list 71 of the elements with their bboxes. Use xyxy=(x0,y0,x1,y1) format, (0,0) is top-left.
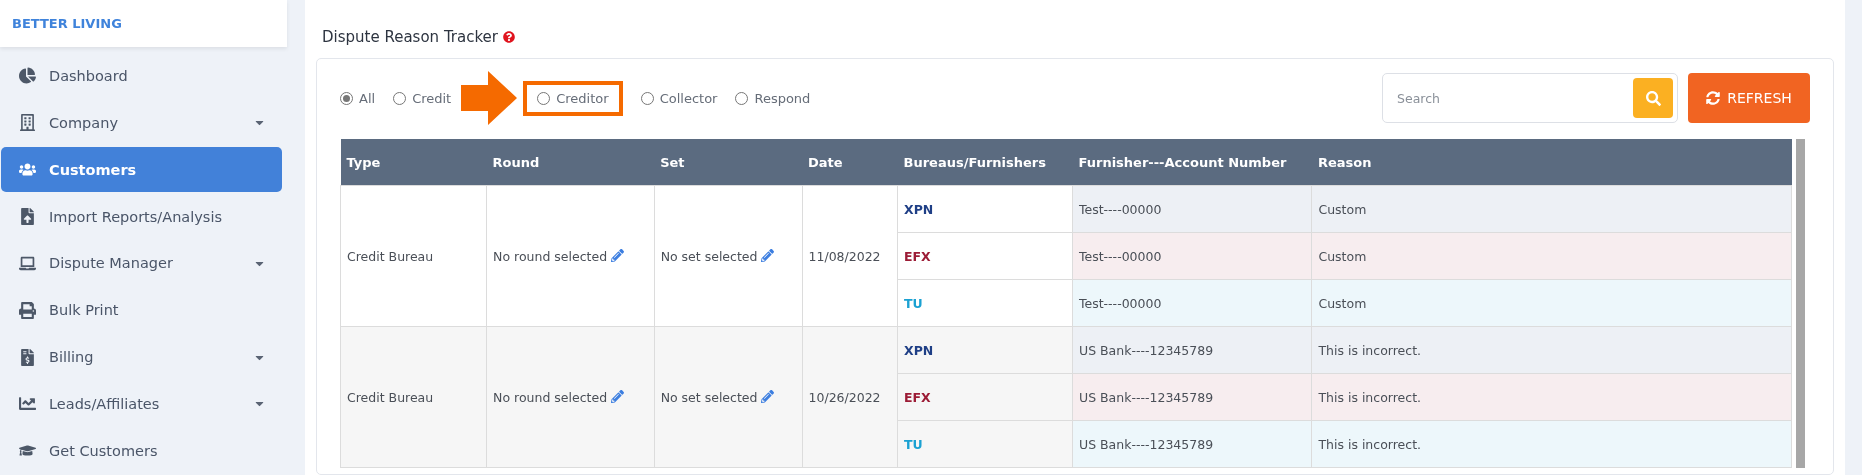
table-cell: This is incorrect. xyxy=(1311,373,1792,421)
edit-icon[interactable] xyxy=(611,389,625,403)
set-text: No set selected xyxy=(660,248,758,264)
sidebar-item[interactable]: Import Reports/Analysis xyxy=(1,193,282,240)
column-header: Type xyxy=(340,139,487,186)
sidebar-item[interactable]: Get Customers xyxy=(1,428,282,474)
table-cell: Test----00000 xyxy=(1072,279,1312,327)
sidebar-item[interactable]: Billing xyxy=(1,334,282,380)
table-cell: Credit Bureau xyxy=(340,326,487,468)
table-cell: Credit Bureau xyxy=(340,185,487,327)
brand-logo: BETTER LIVING xyxy=(0,0,287,48)
bureau-code: XPN xyxy=(897,185,1073,233)
bureau-code: TU xyxy=(897,279,1073,327)
edit-icon[interactable] xyxy=(761,389,775,403)
column-header: Bureaus/Furnishers xyxy=(897,139,1073,186)
filter-radio[interactable]: Credit xyxy=(393,90,452,106)
table-cell: This is incorrect. xyxy=(1311,420,1792,468)
filter-radio[interactable]: All xyxy=(340,90,376,106)
table-cell: US Bank----12345789 xyxy=(1072,373,1312,421)
edit-icon[interactable] xyxy=(761,248,775,262)
pie-chart-icon xyxy=(17,67,37,85)
table-cell: Custom xyxy=(1311,185,1792,233)
scrollbar[interactable] xyxy=(1796,139,1805,468)
column-header: Set xyxy=(654,139,803,186)
sidebar-label: Dashboard xyxy=(49,67,128,84)
bureau-code: XPN xyxy=(897,326,1073,374)
laptop-icon xyxy=(17,254,37,272)
table-cell: US Bank----12345789 xyxy=(1072,326,1312,374)
table-cell: Test----00000 xyxy=(1072,185,1312,233)
column-header: Reason xyxy=(1311,139,1792,186)
table-cell: Custom xyxy=(1311,232,1792,280)
sidebar-label: Import Reports/Analysis xyxy=(49,208,222,225)
table-cell: This is incorrect. xyxy=(1311,326,1792,374)
refresh-icon xyxy=(1706,91,1721,105)
table-cell: Custom xyxy=(1311,279,1792,327)
sidebar-item[interactable]: Dashboard xyxy=(1,53,282,99)
filter-radio[interactable]: Collector xyxy=(640,90,718,106)
sidebar-item[interactable]: Company xyxy=(1,100,282,146)
sidebar-label: Company xyxy=(49,114,118,131)
sidebar-label: Dispute Manager xyxy=(49,255,173,272)
building-icon xyxy=(17,114,37,132)
column-header: Date xyxy=(802,139,898,186)
line-chart-icon xyxy=(17,395,37,413)
set-text: No set selected xyxy=(660,389,758,405)
filter-radio[interactable]: Respond xyxy=(735,90,811,106)
round-text: No round selected xyxy=(493,248,608,264)
sidebar-label: Get Customers xyxy=(49,442,158,459)
column-header: Furnisher---Account Number xyxy=(1072,139,1312,186)
help-icon[interactable] xyxy=(503,31,515,43)
bureau-code: EFX xyxy=(897,232,1073,280)
panel-title: Dispute Reason Tracker xyxy=(322,28,498,46)
table-cell: US Bank----12345789 xyxy=(1072,420,1312,468)
sidebar-label: Customers xyxy=(49,161,137,178)
round-text: No round selected xyxy=(493,389,608,405)
edit-icon[interactable] xyxy=(611,248,625,262)
sidebar-label: Leads/Affiliates xyxy=(49,395,160,412)
bureau-code: EFX xyxy=(897,373,1073,421)
table-cell: 11/08/2022 xyxy=(802,185,898,327)
table-cell: 10/26/2022 xyxy=(802,326,898,468)
sidebar-item[interactable]: Customers xyxy=(1,147,282,193)
sidebar-item[interactable]: Dispute Manager xyxy=(1,240,282,287)
sidebar-label: Billing xyxy=(49,349,94,366)
sidebar-label: Bulk Print xyxy=(49,302,119,319)
filter-radio[interactable]: Creditor xyxy=(523,80,623,116)
bureau-code: TU xyxy=(897,420,1073,468)
search-icon xyxy=(1645,90,1661,106)
table-cell: Test----00000 xyxy=(1072,232,1312,280)
column-header: Round xyxy=(486,139,655,186)
sidebar-item[interactable]: Bulk Print xyxy=(1,287,282,333)
printer-icon xyxy=(17,301,37,319)
sidebar-item[interactable]: Leads/Affiliates xyxy=(1,381,282,427)
